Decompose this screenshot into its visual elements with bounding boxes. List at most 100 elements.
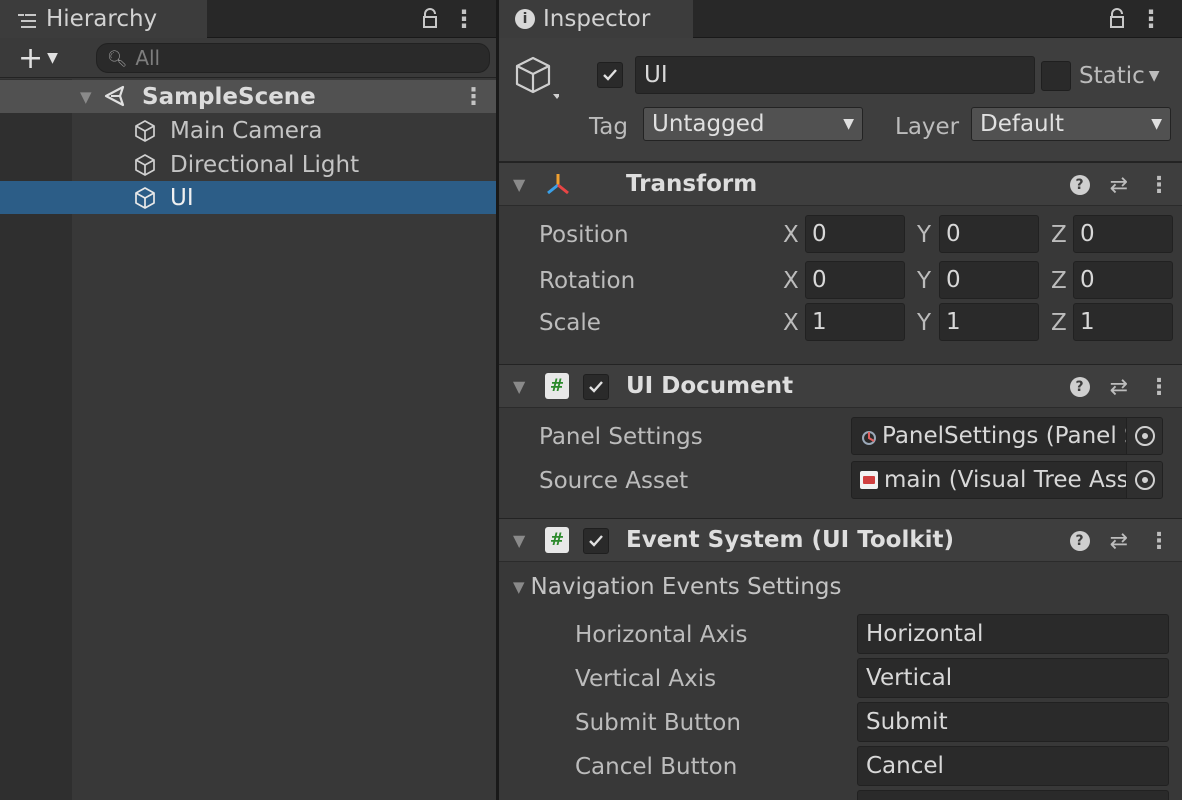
- component-menu-icon[interactable]: ⋮: [1148, 173, 1170, 198]
- source-asset-field[interactable]: main (Visual Tree Asset): [851, 461, 1163, 499]
- field-value: 0: [1080, 267, 1095, 293]
- scene-menu-icon[interactable]: ⋮: [462, 84, 485, 110]
- event-system-enabled-checkbox[interactable]: [583, 528, 609, 554]
- ui-document-body: Panel Settings PanelSettings (Panel Sett…: [499, 408, 1182, 516]
- layer-dropdown[interactable]: Default ▼: [971, 107, 1171, 141]
- component-menu-icon[interactable]: ⋮: [1148, 529, 1170, 554]
- field-value: Cancel: [866, 753, 944, 779]
- gameobject-large-icon: [513, 54, 561, 102]
- script-icon: #: [545, 527, 569, 553]
- hierarchy-item-directional-light[interactable]: Directional Light: [0, 148, 496, 181]
- hierarchy-item-ui[interactable]: UI: [0, 181, 496, 214]
- horizontal-axis-label: Horizontal Axis: [575, 622, 748, 648]
- hierarchy-item-main-camera[interactable]: Main Camera: [0, 114, 496, 147]
- kebab-menu-icon[interactable]: ⋮: [452, 5, 476, 33]
- scale-z-field[interactable]: 1: [1073, 303, 1173, 341]
- field-value: Vertical: [866, 665, 953, 691]
- component-menu-icon[interactable]: ⋮: [1148, 375, 1170, 400]
- scale-y-field[interactable]: 1: [939, 303, 1039, 341]
- panel-settings-label: Panel Settings: [539, 424, 703, 450]
- presets-icon[interactable]: ⇄: [1110, 529, 1128, 554]
- object-picker-button[interactable]: [1126, 418, 1162, 454]
- position-x-field[interactable]: 0: [805, 215, 905, 253]
- help-icon[interactable]: ?: [1069, 377, 1090, 397]
- inspector-tabbar: i Inspector ⋮: [499, 0, 1182, 38]
- list-icon: [16, 10, 38, 28]
- axis-y-label: Y: [917, 310, 932, 336]
- info-icon: i: [515, 9, 535, 29]
- presets-icon[interactable]: ⇄: [1110, 375, 1128, 400]
- object-picker-button[interactable]: [1126, 462, 1162, 498]
- help-icon[interactable]: ?: [1069, 531, 1090, 551]
- foldout-arrow-icon: ▼: [513, 578, 525, 596]
- event-system-body: ▼ Navigation Events Settings Horizontal …: [499, 562, 1182, 800]
- next-field-input[interactable]: [857, 790, 1169, 800]
- foldout-arrow-icon[interactable]: ▼: [513, 377, 525, 396]
- ui-document-enabled-checkbox[interactable]: [583, 374, 609, 400]
- inspector-panel: i Inspector ⋮ UI Static ▼ Tag Untagged ▼: [499, 0, 1182, 800]
- tab-hierarchy[interactable]: Hierarchy: [0, 0, 207, 38]
- object-name-value: UI: [644, 62, 668, 88]
- lock-icon[interactable]: [1109, 8, 1125, 30]
- hierarchy-item-label: Directional Light: [170, 151, 360, 178]
- tag-dropdown[interactable]: Untagged ▼: [643, 107, 863, 141]
- gameobject-cube-icon: [133, 153, 157, 177]
- plus-icon: +: [18, 40, 44, 76]
- event-system-header[interactable]: ▼ # Event System (UI Toolkit) ? ⇄ ⋮: [499, 518, 1182, 562]
- tag-label: Tag: [589, 114, 628, 140]
- foldout-arrow-icon[interactable]: ▼: [513, 531, 525, 550]
- rotation-z-field[interactable]: 0: [1073, 261, 1173, 299]
- axis-z-label: Z: [1051, 310, 1067, 336]
- ui-document-title: UI Document: [626, 373, 794, 399]
- field-value: 0: [812, 267, 827, 293]
- panel-settings-field[interactable]: PanelSettings (Panel Settings): [851, 417, 1163, 455]
- axis-x-label: X: [783, 222, 799, 248]
- ui-document-header-tools: ? ⇄ ⋮: [1069, 365, 1170, 409]
- scene-row[interactable]: ▼ SampleScene ⋮: [0, 80, 496, 113]
- layer-value: Default: [980, 111, 1065, 137]
- unity-scene-icon: [103, 84, 129, 108]
- scene-name: SampleScene: [142, 83, 316, 110]
- ui-document-header[interactable]: ▼ # UI Document ? ⇄ ⋮: [499, 364, 1182, 408]
- transform-header[interactable]: ▼ Transform ? ⇄ ⋮: [499, 162, 1182, 206]
- lock-icon[interactable]: [422, 8, 438, 30]
- submit-button-label: Submit Button: [575, 710, 741, 736]
- static-checkbox[interactable]: [1041, 61, 1071, 91]
- position-z-field[interactable]: 0: [1073, 215, 1173, 253]
- axis-x-label: X: [783, 268, 799, 294]
- rotation-y-field[interactable]: 0: [939, 261, 1039, 299]
- tab-inspector[interactable]: i Inspector: [499, 0, 693, 38]
- create-button[interactable]: + ▼: [18, 40, 58, 76]
- inspector-tab-tools: ⋮: [1109, 0, 1163, 38]
- position-y-field[interactable]: 0: [939, 215, 1039, 253]
- rotation-x-field[interactable]: 0: [805, 261, 905, 299]
- target-icon: [1134, 470, 1155, 490]
- transform-body: Position X 0 Y 0 Z 0 Rotation X 0 Y 0 Z …: [499, 206, 1182, 364]
- object-name-input[interactable]: UI: [635, 56, 1035, 94]
- transform-title: Transform: [626, 171, 758, 197]
- help-icon[interactable]: ?: [1069, 175, 1090, 195]
- active-checkbox[interactable]: [597, 62, 623, 88]
- hierarchy-search-input[interactable]: 🔍︎ All: [96, 43, 490, 73]
- foldout-arrow-icon[interactable]: ▼: [513, 175, 525, 194]
- submit-button-input[interactable]: Submit: [857, 702, 1169, 742]
- field-value: Horizontal: [866, 621, 984, 647]
- kebab-menu-icon[interactable]: ⋮: [1139, 5, 1163, 33]
- event-system-title: Event System (UI Toolkit): [626, 527, 955, 553]
- foldout-arrow-icon[interactable]: ▼: [80, 88, 92, 106]
- presets-icon[interactable]: ⇄: [1110, 173, 1128, 198]
- transform-row-label: Scale: [539, 310, 601, 336]
- static-dropdown[interactable]: Static ▼: [1079, 63, 1160, 89]
- hierarchy-tabbar: Hierarchy ⋮: [0, 0, 496, 38]
- gameobject-cube-icon: [133, 119, 157, 143]
- field-value: Submit: [866, 709, 948, 735]
- field-value: 1: [1080, 309, 1095, 335]
- horizontal-axis-input[interactable]: Horizontal: [857, 614, 1169, 654]
- source-asset-label: Source Asset: [539, 468, 689, 494]
- scale-x-field[interactable]: 1: [805, 303, 905, 341]
- navigation-events-foldout[interactable]: ▼ Navigation Events Settings: [513, 574, 841, 600]
- foldout-label: Navigation Events Settings: [530, 574, 842, 600]
- cancel-button-input[interactable]: Cancel: [857, 746, 1169, 786]
- vertical-axis-input[interactable]: Vertical: [857, 658, 1169, 698]
- dropdown-arrow-icon: ▼: [1151, 116, 1162, 132]
